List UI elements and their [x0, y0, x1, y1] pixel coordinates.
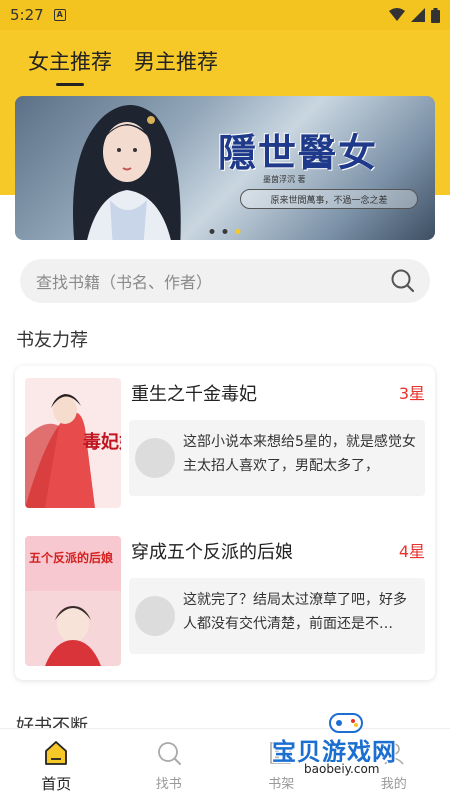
search-placeholder: 查找书籍（书名、作者）	[36, 273, 213, 292]
status-time: 5:27	[10, 6, 44, 24]
search-icon[interactable]	[390, 268, 416, 294]
banner-dot[interactable]	[222, 229, 228, 234]
review-text: 这部小说本来想给5星的，就是感觉女主太招人喜欢了，男配太多了，	[183, 434, 416, 474]
status-icons	[389, 7, 440, 23]
book-item[interactable]: 五个反派的后娘 穿成五个反派的后娘 4星 这就完了？结局太过潦草了吧，好多人都没…	[25, 536, 425, 666]
tab-male-label: 男主推荐	[134, 50, 218, 74]
nav-home-label: 首页	[41, 775, 72, 793]
cover-title-text: 毒妃娇	[83, 431, 121, 453]
reviewer-avatar[interactable]	[135, 596, 175, 636]
banner-author: 墨茵浮沉 著	[263, 175, 306, 184]
book-cover-art: 五个反派的后娘	[25, 536, 121, 666]
banner-subtitle: 原来世間萬事，不過一念之差	[240, 189, 418, 209]
nav-find-books[interactable]: 找书	[113, 729, 226, 800]
book-rating: 3星	[398, 384, 425, 403]
tab-male-recommend[interactable]: 男主推荐	[134, 46, 218, 88]
tab-female-recommend[interactable]: 女主推荐	[28, 46, 112, 88]
book-rating: 4星	[398, 542, 425, 561]
cover-title-text: 五个反派的后娘	[29, 550, 113, 565]
recommend-card: 毒妃娇 重生之千金毒妃 3星 这部小说本来想给5星的，就是感觉女主太招人喜欢了，…	[15, 366, 435, 680]
book-title[interactable]: 重生之千金毒妃	[131, 380, 257, 406]
book-item[interactable]: 毒妃娇 重生之千金毒妃 3星 这部小说本来想给5星的，就是感觉女主太招人喜欢了，…	[25, 378, 425, 508]
nav-home[interactable]: 首页	[0, 729, 113, 800]
book-cover-art: 毒妃娇	[25, 378, 121, 508]
promo-banner[interactable]: 隱世醫女 墨茵浮沉 著 原来世間萬事，不過一念之差	[15, 96, 435, 240]
battery-icon	[431, 7, 440, 23]
status-bar: 5:27 A	[0, 0, 450, 30]
recommend-tabs: 女主推荐 男主推荐	[0, 30, 450, 88]
home-icon	[45, 741, 68, 765]
watermark-url: baobeiy.com	[300, 762, 384, 776]
banner-dot-active[interactable]	[235, 229, 241, 234]
book-cover[interactable]: 毒妃娇	[25, 378, 121, 508]
nav-find-books-label: 找书	[155, 777, 182, 792]
tab-female-label: 女主推荐	[28, 50, 112, 74]
banner-pagination	[209, 229, 241, 234]
book-title[interactable]: 穿成五个反派的后娘	[131, 538, 293, 564]
book-review[interactable]: 这就完了？结局太过潦草了吧，好多人都没有交代清楚，前面还是不…	[129, 578, 425, 654]
signal-icon	[411, 8, 425, 22]
book-review[interactable]: 这部小说本来想给5星的，就是感觉女主太招人喜欢了，男配太多了，	[129, 420, 425, 496]
banner-character-illustration	[73, 105, 181, 240]
banner-title: 隱世醫女	[218, 130, 379, 175]
section-title-recommend: 书友力荐	[16, 330, 88, 351]
review-text: 这就完了？结局太过潦草了吧，好多人都没有交代清楚，前面还是不…	[183, 592, 407, 632]
app-notification-icon: A	[53, 9, 66, 21]
site-watermark: 宝贝游戏网 baobeiy.com	[270, 708, 440, 786]
banner-dot[interactable]	[209, 229, 215, 234]
search-bar[interactable]: 查找书籍（书名、作者）	[20, 259, 430, 303]
book-cover[interactable]: 五个反派的后娘	[25, 536, 121, 666]
search-icon	[157, 742, 181, 765]
reviewer-avatar[interactable]	[135, 438, 175, 478]
wifi-icon	[389, 8, 405, 21]
